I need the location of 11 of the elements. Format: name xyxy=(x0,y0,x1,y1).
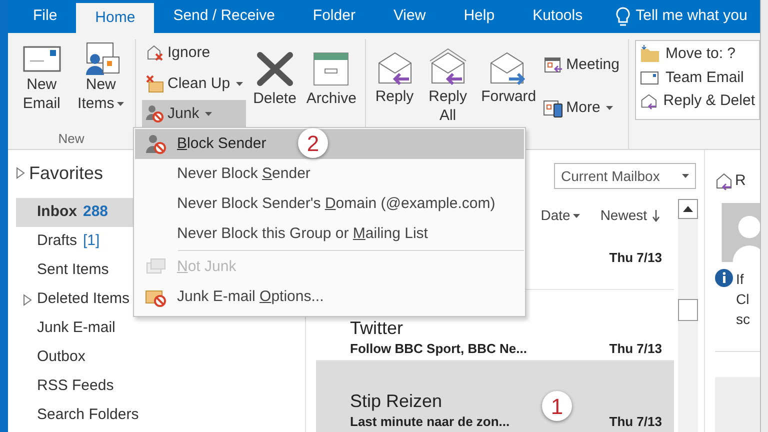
sender-name: Stip Reizen xyxy=(350,390,444,412)
message-preview: Last minute naar de zon... xyxy=(350,412,510,430)
message-date: Thu 7/13 xyxy=(609,340,662,358)
message-preview: Follow BBC Sport, BBC Ne... xyxy=(350,340,527,358)
sender-name: Twitter xyxy=(350,318,404,340)
info-text: Cl xyxy=(736,290,750,309)
group-label: New xyxy=(57,130,86,148)
info-text: sc xyxy=(736,310,750,329)
message-date: Thu 7/13 xyxy=(609,412,662,430)
message-date: Thu 7/13 xyxy=(609,249,662,268)
info-text: If xyxy=(736,270,745,289)
